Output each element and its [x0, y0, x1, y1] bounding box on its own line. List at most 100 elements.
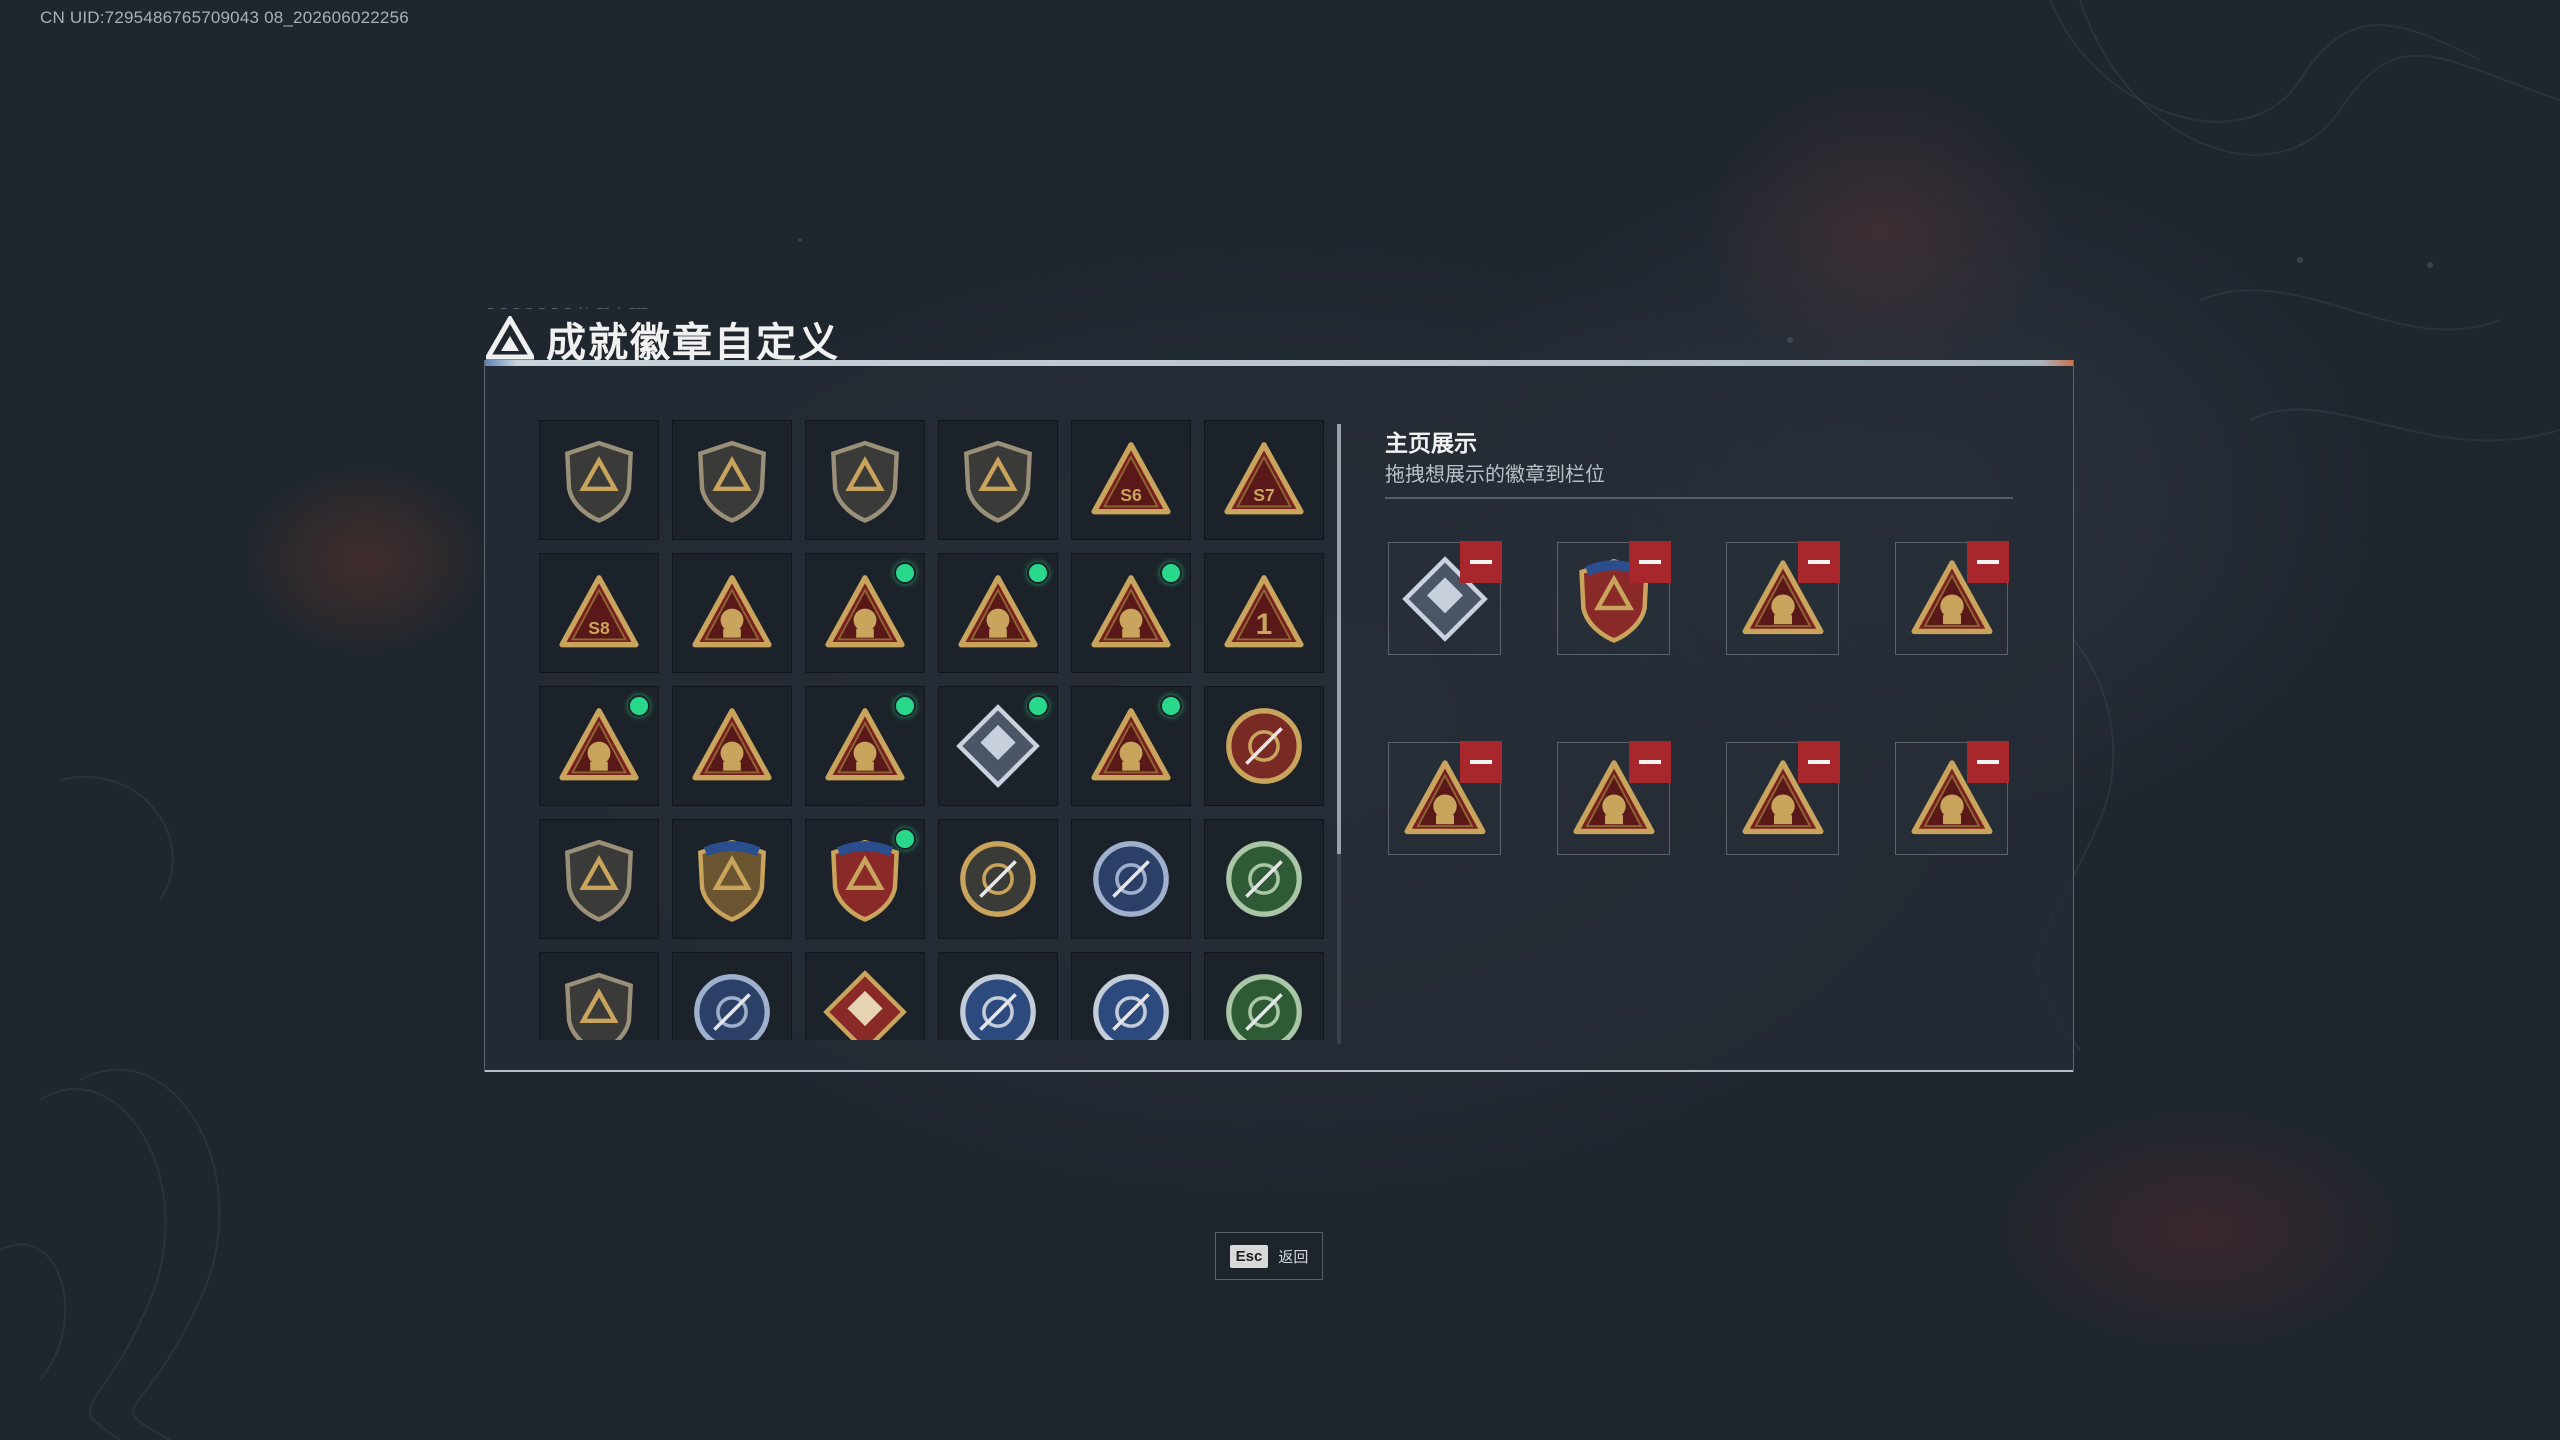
panel-bottom-border — [485, 1070, 2073, 1072]
showcase-slot[interactable] — [1895, 741, 2009, 855]
back-button[interactable]: Esc 返回 — [1215, 1232, 1323, 1280]
green-dragon-badge-icon — [1226, 974, 1302, 1040]
new-indicator-dot — [1160, 695, 1182, 717]
new-indicator-dot — [1027, 562, 1049, 584]
round-eagle-badge-icon — [1093, 974, 1169, 1040]
badge-cell[interactable] — [805, 819, 925, 939]
green-crosshair-badge-icon — [1226, 841, 1302, 917]
badge-cell[interactable] — [938, 819, 1058, 939]
minus-icon — [1808, 560, 1830, 564]
triangle-badge-icon: S6 — [1091, 442, 1171, 515]
badge-customization-panel: S6 S7 S8 1 主页展示 拖拽想展示的徽章到栏位 — [484, 360, 2074, 1072]
new-indicator-dot — [1027, 695, 1049, 717]
remove-badge-button[interactable] — [1798, 541, 1840, 583]
new-indicator-dot — [628, 695, 650, 717]
new-indicator-dot — [1160, 562, 1182, 584]
esc-key-hint: Esc — [1229, 1244, 1269, 1268]
remove-badge-button[interactable] — [1460, 741, 1502, 783]
showcase-subtitle: 拖拽想展示的徽章到栏位 — [1385, 462, 1605, 486]
showcase-slot[interactable] — [1388, 541, 1502, 655]
remove-badge-button[interactable] — [1798, 741, 1840, 783]
badge-cell[interactable]: S7 — [1204, 420, 1324, 540]
badge-cell[interactable] — [805, 420, 925, 540]
diamond-crystal-badge-icon — [956, 704, 1040, 788]
badge-grid-scroll-area[interactable]: S6 S7 S8 1 — [539, 420, 1325, 1040]
badge-cell[interactable] — [539, 420, 659, 540]
badge-cell[interactable] — [539, 686, 659, 806]
showcase-slot[interactable] — [1895, 541, 2009, 655]
remove-badge-button[interactable] — [1629, 741, 1671, 783]
badge-grid-scrollbar-thumb[interactable] — [1337, 424, 1341, 854]
badge-cell[interactable] — [672, 952, 792, 1040]
delta-logo-icon — [486, 316, 534, 360]
shield-eagle-badge-icon — [565, 839, 633, 922]
badge-grid: S6 S7 S8 1 — [539, 420, 1325, 1040]
shield-arrow-badge-icon — [964, 440, 1032, 523]
new-indicator-dot — [894, 695, 916, 717]
badge-cell[interactable] — [672, 686, 792, 806]
triangle-soldier-badge-icon — [692, 708, 772, 781]
user-uid-watermark: CN UID:7295486765709043 08_202606022256 — [40, 8, 409, 27]
badge-cell[interactable] — [1204, 819, 1324, 939]
remove-badge-button[interactable] — [1460, 541, 1502, 583]
triangle-badge-icon: 1 — [1224, 575, 1304, 648]
showcase-slot[interactable] — [1726, 741, 1840, 855]
triangle-blade-badge-icon — [1091, 708, 1171, 781]
badge-cell[interactable] — [805, 553, 925, 673]
minus-icon — [1808, 760, 1830, 764]
new-indicator-dot — [894, 828, 916, 850]
badge-cell[interactable] — [805, 686, 925, 806]
showcase-title: 主页展示 — [1385, 431, 1477, 457]
shield-triangle-badge-icon — [565, 440, 633, 523]
badge-cell[interactable] — [539, 952, 659, 1040]
panel-accent-bar — [485, 360, 2073, 366]
badge-cell[interactable] — [672, 553, 792, 673]
badge-cell[interactable] — [938, 420, 1058, 540]
badge-label: 1 — [1256, 608, 1273, 641]
badge-cell[interactable] — [672, 819, 792, 939]
shield-diamond-emblem-badge-icon — [831, 440, 899, 523]
shield-gold-stars-badge-icon — [698, 839, 766, 922]
badge-cell[interactable] — [1071, 952, 1191, 1040]
triangle-rocket-badge-icon — [825, 708, 905, 781]
triangle-helmet-badge-icon — [1091, 575, 1171, 648]
round-eagle-badge-icon — [960, 974, 1036, 1040]
badge-cell[interactable] — [938, 686, 1058, 806]
badge-cell[interactable] — [938, 952, 1058, 1040]
showcase-slot[interactable] — [1726, 541, 1840, 655]
badge-cell[interactable]: 1 — [1204, 553, 1324, 673]
round-pearl-badge-icon — [960, 841, 1036, 917]
window-title-bar: — — — — — — — ·· —— · ——— 成就徽章自定义 — [486, 302, 1086, 366]
badge-cell[interactable] — [1204, 686, 1324, 806]
minus-icon — [1977, 560, 1999, 564]
badge-cell[interactable] — [539, 819, 659, 939]
badge-cell[interactable] — [1071, 553, 1191, 673]
showcase-divider — [1385, 497, 2013, 499]
remove-badge-button[interactable] — [1967, 741, 2009, 783]
showcase-slot[interactable] — [1557, 541, 1671, 655]
badge-cell[interactable] — [1071, 686, 1191, 806]
showcase-slot[interactable] — [1557, 741, 1671, 855]
triangle-badge-icon: S7 — [1224, 442, 1304, 515]
remove-badge-button[interactable] — [1629, 541, 1671, 583]
showcase-slot[interactable] — [1388, 741, 1502, 855]
triangle-badge-icon: S8 — [559, 575, 639, 648]
badge-cell[interactable] — [938, 553, 1058, 673]
badge-cell[interactable]: S8 — [539, 553, 659, 673]
badge-cell[interactable] — [1071, 819, 1191, 939]
star-medal-badge-icon — [1226, 708, 1302, 784]
minus-icon — [1977, 760, 1999, 764]
badge-cell[interactable] — [1204, 952, 1324, 1040]
badge-cell[interactable] — [672, 420, 792, 540]
remove-badge-button[interactable] — [1967, 541, 2009, 583]
triangle-crate-badge-icon — [559, 708, 639, 781]
badge-cell[interactable] — [805, 952, 925, 1040]
blue-gold-wing-badge-icon — [694, 974, 770, 1040]
new-indicator-dot — [894, 562, 916, 584]
shield-helicopter-badge-icon — [698, 440, 766, 523]
showcase-slots — [1388, 541, 2009, 855]
badge-cell[interactable]: S6 — [1071, 420, 1191, 540]
minus-icon — [1470, 760, 1492, 764]
blue-crosshair-badge-icon — [1093, 841, 1169, 917]
minus-icon — [1470, 560, 1492, 564]
